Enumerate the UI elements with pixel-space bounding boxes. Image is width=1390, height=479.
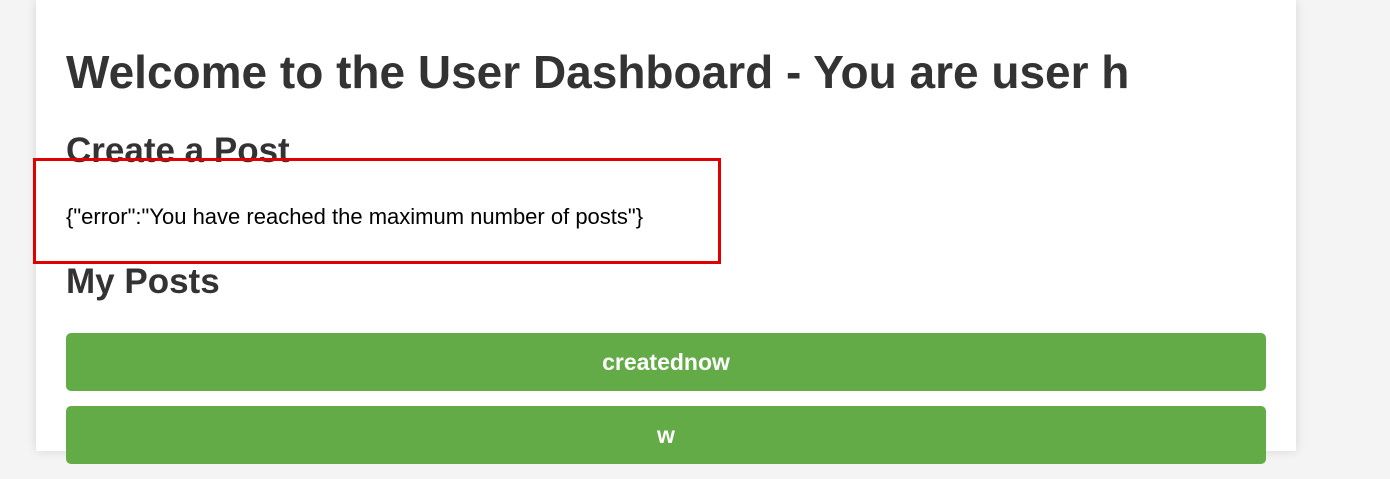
post-button-w[interactable]: w xyxy=(66,406,1266,464)
post-button-creatednow[interactable]: creatednow xyxy=(66,333,1266,391)
page-title: Welcome to the User Dashboard - You are … xyxy=(66,46,1130,98)
create-post-heading: Create a Post xyxy=(66,131,290,170)
post-list: creatednow w xyxy=(66,333,1266,479)
dashboard-card: Welcome to the User Dashboard - You are … xyxy=(36,0,1296,464)
error-message: {"error":"You have reached the maximum n… xyxy=(66,204,644,229)
my-posts-heading: My Posts xyxy=(66,262,220,301)
